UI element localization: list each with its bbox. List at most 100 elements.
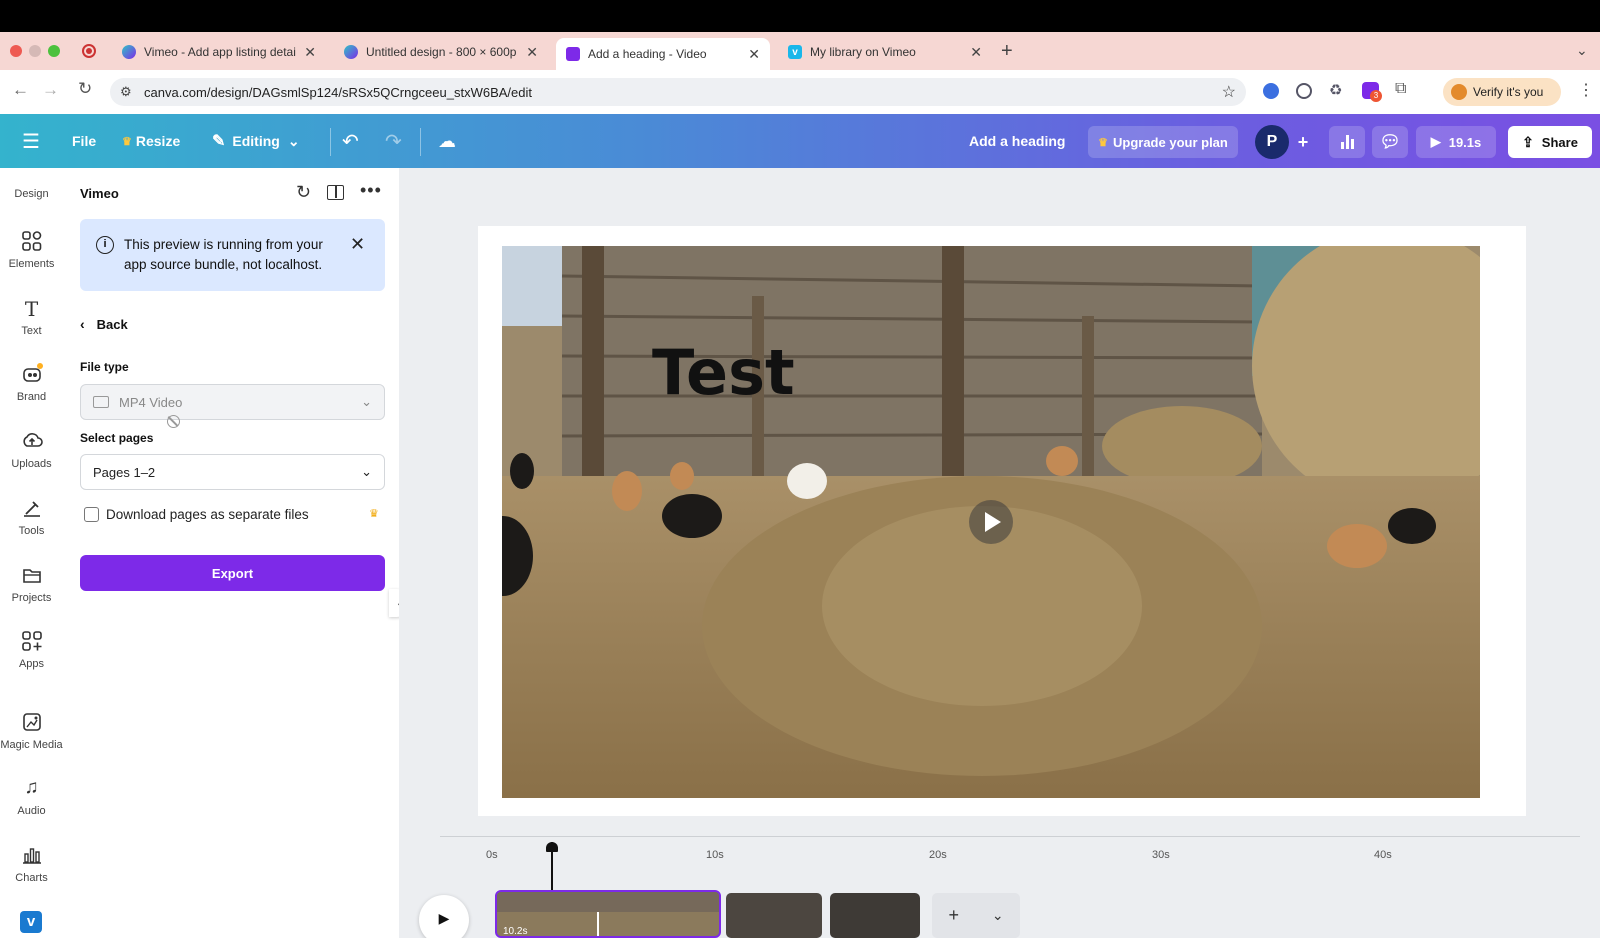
- separate-files-label: Download pages as separate files: [106, 507, 309, 522]
- site-settings-icon[interactable]: ⚙: [120, 84, 132, 100]
- window-close-button[interactable]: [10, 45, 22, 57]
- heading-text[interactable]: Test: [652, 336, 795, 409]
- refresh-icon[interactable]: ↻: [296, 182, 311, 203]
- close-icon[interactable]: ✕: [350, 234, 365, 255]
- comment-icon: 💬︎: [1379, 132, 1401, 151]
- main-menu-hamburger-icon[interactable]: ☰: [22, 114, 40, 168]
- editing-label: Editing: [232, 133, 280, 149]
- share-button[interactable]: ⇪ Share: [1508, 126, 1592, 158]
- browser-tab-active[interactable]: Add a heading - Video ✕: [556, 38, 770, 70]
- user-avatar[interactable]: P: [1255, 125, 1289, 159]
- play-duration: 19.1s: [1448, 134, 1482, 150]
- share-label: Share: [1541, 134, 1578, 150]
- reload-icon[interactable]: ↻: [78, 79, 92, 99]
- share-icon: ⇪: [1522, 133, 1534, 150]
- rail-item-magic-media[interactable]: Magic Media: [0, 711, 63, 751]
- tab-label: Untitled design - 800 × 600p: [366, 45, 517, 59]
- rail-item-uploads[interactable]: Uploads: [0, 430, 63, 470]
- extensions-puzzle-icon[interactable]: ⧉: [1395, 80, 1406, 98]
- rail-item-audio[interactable]: ♫ Audio: [0, 777, 63, 817]
- browser-menu-icon[interactable]: ⋮: [1578, 80, 1594, 100]
- rail-item-elements[interactable]: Elements: [0, 230, 63, 270]
- window-minimize-button[interactable]: [29, 45, 41, 57]
- upgrade-plan-button[interactable]: ♛ Upgrade your plan: [1088, 126, 1238, 158]
- browser-tab[interactable]: Untitled design - 800 × 600p ✕: [334, 38, 548, 66]
- tab-close-icon[interactable]: ✕: [526, 44, 538, 61]
- extension-icon[interactable]: ♻: [1329, 81, 1342, 99]
- resize-button[interactable]: ♛ Resize: [122, 114, 180, 168]
- file-type-label: File type: [80, 360, 129, 374]
- select-pages-dropdown[interactable]: Pages 1–2 ⌄: [80, 454, 385, 490]
- extension-icon[interactable]: [1263, 83, 1279, 99]
- address-bar[interactable]: ⚙ canva.com/design/DAGsmlSp124/sRSx5QCrn…: [110, 78, 1246, 106]
- browser-tab[interactable]: Vimeo - Add app listing detai ✕: [112, 38, 326, 66]
- comments-button[interactable]: 💬︎: [1372, 126, 1408, 158]
- browser-tab[interactable]: v My library on Vimeo ✕: [778, 38, 992, 66]
- tab-close-icon[interactable]: ✕: [304, 44, 316, 61]
- timeline-clip[interactable]: [726, 893, 822, 938]
- rail-item-apps[interactable]: Apps: [0, 630, 63, 670]
- timeline-clip-selected[interactable]: 10.2s: [495, 890, 721, 938]
- plus-icon: +: [948, 905, 959, 925]
- file-label: File: [72, 133, 97, 149]
- add-collaborator-button[interactable]: +: [1290, 126, 1316, 158]
- rail-item-tools[interactable]: Tools: [0, 497, 63, 537]
- clip-duration: 10.2s: [503, 926, 528, 937]
- chevron-down-icon: ⌄: [361, 394, 372, 409]
- bookmark-star-icon[interactable]: ☆: [1222, 82, 1236, 102]
- file-menu-button[interactable]: File: [72, 114, 96, 168]
- upgrade-label: Upgrade your plan: [1113, 134, 1228, 150]
- back-arrow-icon[interactable]: ←: [12, 80, 29, 100]
- rail-item-design[interactable]: Design: [0, 188, 63, 200]
- tab-close-icon[interactable]: ✕: [748, 46, 760, 63]
- extension-icon[interactable]: [1296, 83, 1312, 99]
- rail-item-projects[interactable]: Projects: [0, 564, 63, 604]
- select-pages-value: Pages 1–2: [93, 464, 156, 480]
- rail-label: Brand: [16, 391, 47, 403]
- export-button[interactable]: Export: [80, 555, 385, 591]
- chevron-down-icon: ⌄: [287, 132, 300, 149]
- forward-arrow-icon[interactable]: →: [42, 80, 59, 100]
- rail-item-charts[interactable]: Charts: [0, 844, 63, 884]
- magic-media-icon: [22, 713, 41, 731]
- new-tab-button[interactable]: +: [1001, 40, 1013, 63]
- undo-icon[interactable]: ↶: [342, 114, 359, 168]
- play-icon: ▶: [1430, 134, 1441, 149]
- cloud-save-icon[interactable]: ☁: [438, 114, 456, 168]
- timeline-clip[interactable]: [830, 893, 920, 938]
- rail-item-text[interactable]: T Text: [0, 297, 63, 337]
- back-button[interactable]: ‹ Back: [80, 316, 128, 332]
- insights-button[interactable]: [1329, 126, 1365, 158]
- design-title[interactable]: Add a heading: [969, 114, 1065, 168]
- timeline-ruler: [440, 836, 1580, 837]
- tab-close-icon[interactable]: ✕: [970, 44, 982, 61]
- barn-video-clip[interactable]: Test: [502, 246, 1480, 798]
- crown-icon: ♛: [369, 508, 379, 520]
- file-type-select[interactable]: MP4 Video ⌄: [80, 384, 385, 420]
- add-clip-button[interactable]: + ⌄: [932, 893, 1020, 938]
- projects-icon: [22, 569, 41, 583]
- timeline-tick-40: 40s: [1374, 849, 1392, 861]
- rail-label: Projects: [11, 592, 52, 604]
- editing-mode-button[interactable]: ✎ Editing ⌄: [212, 114, 300, 168]
- more-options-icon[interactable]: •••: [360, 180, 382, 201]
- notice-text: This preview is running from your app so…: [124, 237, 323, 272]
- profile-avatar-icon: [1451, 84, 1467, 100]
- charts-icon: [22, 848, 41, 864]
- info-icon: i: [96, 236, 114, 254]
- extension-icon[interactable]: 3: [1362, 82, 1382, 102]
- rail-item-brand[interactable]: Brand: [0, 363, 63, 403]
- vimeo-app-icon[interactable]: v: [20, 911, 42, 933]
- split-view-icon[interactable]: [327, 185, 344, 200]
- timeline-play-button[interactable]: ▶: [419, 895, 469, 938]
- record-icon[interactable]: [82, 44, 96, 58]
- present-play-button[interactable]: ▶ 19.1s: [1416, 126, 1496, 158]
- window-maximize-button[interactable]: [48, 45, 60, 57]
- tab-label: Add a heading - Video: [588, 47, 707, 61]
- separate-files-checkbox[interactable]: [84, 507, 99, 522]
- cursor-not-allowed-icon: [167, 415, 180, 428]
- verify-button[interactable]: Verify it's you: [1443, 78, 1561, 106]
- toolbar-divider: [420, 128, 421, 156]
- redo-icon[interactable]: ↷: [385, 114, 402, 168]
- tab-search-chevron-icon[interactable]: ⌄: [1576, 42, 1588, 59]
